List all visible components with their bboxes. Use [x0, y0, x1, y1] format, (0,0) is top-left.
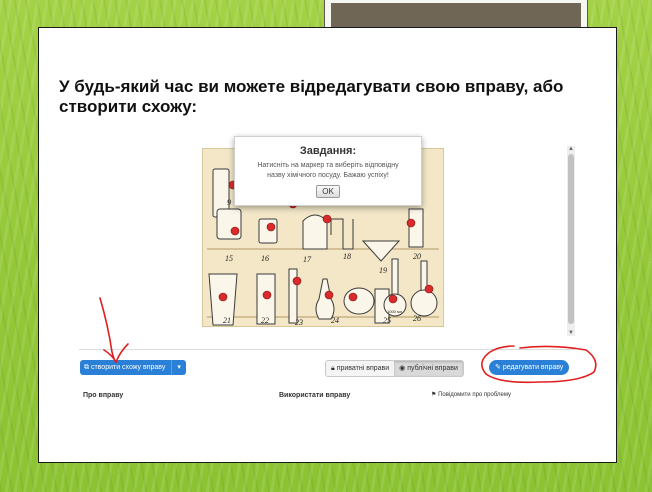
toolbar-divider [79, 349, 575, 350]
equipment-number: 21 [223, 316, 231, 325]
vertical-scrollbar[interactable]: ▲ ▼ [567, 146, 575, 336]
private-exercises-tab[interactable]: 🔒︎ приватні вправи [326, 361, 395, 376]
create-similar-label: створити схожу вправу [90, 364, 166, 371]
scroll-up-icon[interactable]: ▲ [567, 146, 575, 152]
private-exercises-label: приватні вправи [336, 365, 390, 372]
lock-icon: 🔒︎ [331, 365, 335, 372]
task-dialog-text: Натисніть на маркер та виберіть відповід… [257, 162, 399, 179]
equipment-number: 9 [227, 198, 231, 207]
create-similar-button[interactable]: ⧉ створити схожу вправу ▾ [80, 360, 186, 375]
equipment-number: 16 [261, 254, 269, 263]
public-exercises-tab[interactable]: ◉ публічні вправи [394, 361, 463, 376]
equipment-number: 19 [379, 266, 387, 275]
slide-content: У будь-який час ви можете відредагувати … [38, 27, 617, 463]
equipment-number: 22 [261, 316, 269, 325]
public-exercises-label: публічні вправи [407, 365, 458, 372]
flask-label: 1000 мл [387, 309, 403, 314]
equipment-number: 24 [331, 316, 339, 325]
about-exercise-label[interactable]: Про вправу [83, 392, 123, 399]
pencil-icon: ✎ [495, 364, 501, 371]
copy-icon: ⧉ [84, 364, 89, 371]
scroll-thumb[interactable] [568, 154, 574, 324]
equipment-number: 20 [413, 252, 421, 261]
caret-down-icon[interactable]: ▾ [171, 360, 186, 375]
report-problem-label: Повідомити про проблему [438, 392, 512, 398]
ok-button[interactable]: OK [316, 185, 340, 198]
equipment-number: 18 [343, 252, 351, 261]
eye-icon: ◉ [399, 365, 406, 372]
report-problem-link[interactable]: ⚑ Повідомити про проблему [431, 391, 511, 398]
slide-title: У будь-який час ви можете відредагувати … [59, 77, 564, 116]
equipment-number: 17 [303, 255, 312, 264]
flag-icon: ⚑ [431, 392, 437, 398]
equipment-number: 15 [225, 254, 233, 263]
task-dialog-title: Завдання: [299, 145, 357, 157]
task-dialog: Завдання: Натисніть на маркер та виберіт… [234, 136, 422, 206]
use-exercise-label[interactable]: Використати вправу [279, 392, 350, 399]
scroll-down-icon[interactable]: ▼ [567, 330, 575, 336]
edit-exercise-button[interactable]: ✎ редагувати вправу [489, 360, 570, 375]
edit-exercise-label: редагувати вправу [502, 364, 564, 371]
equipment-number: 23 [295, 318, 303, 326]
equipment-number: 25 [383, 316, 391, 325]
equipment-number: 26 [413, 314, 421, 323]
create-similar-main[interactable]: ⧉ створити схожу вправу [80, 360, 171, 375]
visibility-toggle[interactable]: 🔒︎ приватні вправи ◉ публічні вправи [325, 360, 464, 377]
